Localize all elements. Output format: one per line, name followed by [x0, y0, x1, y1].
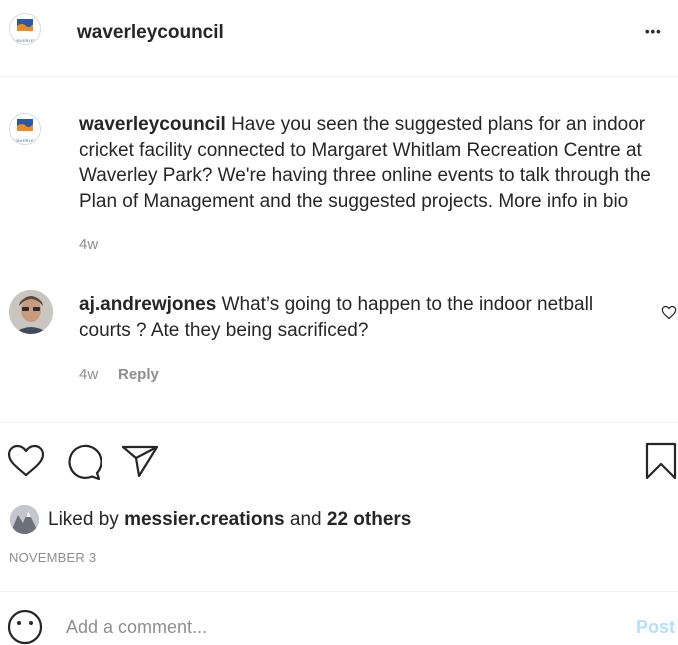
heart-icon[interactable] — [7, 444, 45, 478]
reply-button[interactable]: Reply — [118, 366, 159, 383]
commenter-photo — [9, 290, 53, 334]
add-comment-input[interactable]: Add a comment... — [66, 617, 207, 638]
caption-timestamp[interactable]: 4w — [79, 236, 98, 253]
liked-by-label: Liked by — [48, 509, 119, 530]
commenter-avatar[interactable] — [9, 290, 53, 334]
liked-by-user[interactable]: messier.creations — [124, 509, 285, 530]
likes-and-label: and — [289, 509, 322, 530]
bookmark-icon[interactable] — [645, 442, 677, 480]
logo-wordmark: WAVERLEY — [12, 38, 38, 43]
liker-photo — [10, 505, 39, 534]
share-paper-plane-icon[interactable] — [121, 444, 159, 478]
caption-block: waverleycouncil Have you seen the sugges… — [79, 112, 677, 214]
likes-others-count[interactable]: 22 others — [327, 509, 411, 530]
header-divider — [0, 76, 678, 77]
caption-username[interactable]: waverleycouncil — [79, 114, 226, 135]
emoji-smiley-icon[interactable] — [7, 609, 43, 645]
comment-timestamp[interactable]: 4w — [79, 366, 98, 383]
post-date[interactable]: NOVEMBER 3 — [9, 550, 96, 565]
liker-avatar[interactable] — [10, 505, 39, 534]
comment-bubble-icon[interactable] — [64, 443, 102, 481]
header-username[interactable]: waverleycouncil — [77, 22, 224, 44]
comment-username[interactable]: aj.andrewjones — [79, 294, 216, 315]
add-comment-divider — [0, 591, 678, 592]
post-button[interactable]: Post — [636, 617, 675, 638]
more-options-icon[interactable]: ••• — [645, 24, 662, 39]
comment-block: aj.andrewjones What’s going to happen to… — [79, 292, 639, 344]
header-avatar[interactable]: WAVERLEY — [9, 13, 41, 45]
logo-wordmark: WAVERLEY — [12, 138, 38, 143]
comments-divider — [0, 422, 678, 423]
caption-avatar[interactable]: WAVERLEY — [9, 113, 41, 145]
small-heart-icon[interactable] — [661, 305, 677, 320]
likes-summary: Liked by messier.creations and 22 others — [48, 509, 411, 531]
